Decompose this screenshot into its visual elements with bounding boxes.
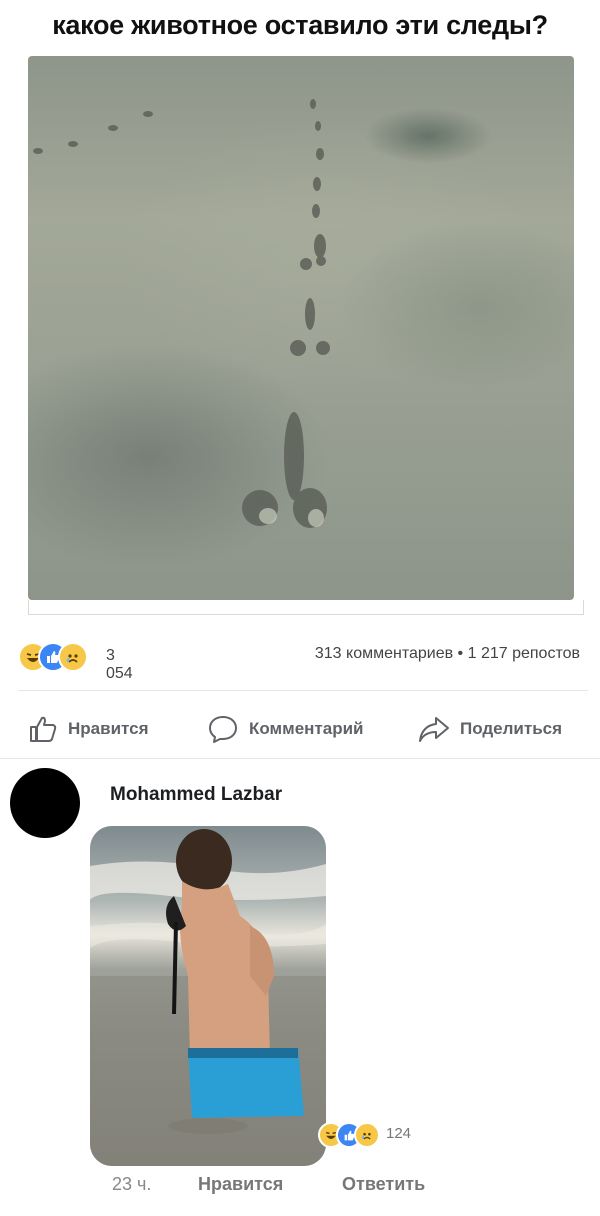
sad-reaction-icon [354, 1122, 380, 1148]
comment-like-button[interactable]: Нравится [198, 1174, 283, 1195]
share-button-label: Поделиться [460, 719, 563, 738]
divider [0, 758, 600, 759]
speech-bubble-icon [209, 716, 237, 743]
post-photo-footprints-in-sand[interactable] [28, 56, 574, 600]
reaction-count[interactable]: 3 054 [106, 647, 133, 683]
comment-reply-button[interactable]: Ответить [342, 1174, 425, 1195]
post-actions-bar: Нравится Комментарий Поделиться [0, 712, 600, 746]
like-button-label: Нравится [68, 719, 149, 738]
comment-meta-row: 23 ч. Нравится Ответить [0, 1174, 600, 1198]
comment-button-label: Комментарий [249, 719, 364, 738]
comment-button[interactable]: Комментарий [207, 712, 363, 746]
thumbs-up-icon [30, 716, 57, 742]
comments-shares-count[interactable]: 313 комментариев • 1 217 репостов [315, 645, 580, 663]
comment-author-name[interactable]: Mohammed Lazbar [110, 784, 282, 806]
sad-reaction-icon [58, 642, 88, 672]
comment-reaction-count: 124 [382, 1124, 420, 1143]
comment-timestamp: 23 ч. [112, 1174, 152, 1194]
post-image-frame [28, 600, 584, 615]
divider [18, 690, 588, 691]
post-caption: какое животное оставило эти следы? [52, 10, 548, 40]
share-button[interactable]: Поделиться [418, 712, 562, 746]
post-stats-row: 3 054 313 комментариев • 1 217 репостов [0, 640, 600, 682]
avatar[interactable] [10, 768, 80, 838]
like-button[interactable]: Нравится [28, 712, 149, 746]
comment-photo-man-on-beach[interactable] [90, 826, 326, 1166]
share-arrow-icon [419, 717, 449, 742]
